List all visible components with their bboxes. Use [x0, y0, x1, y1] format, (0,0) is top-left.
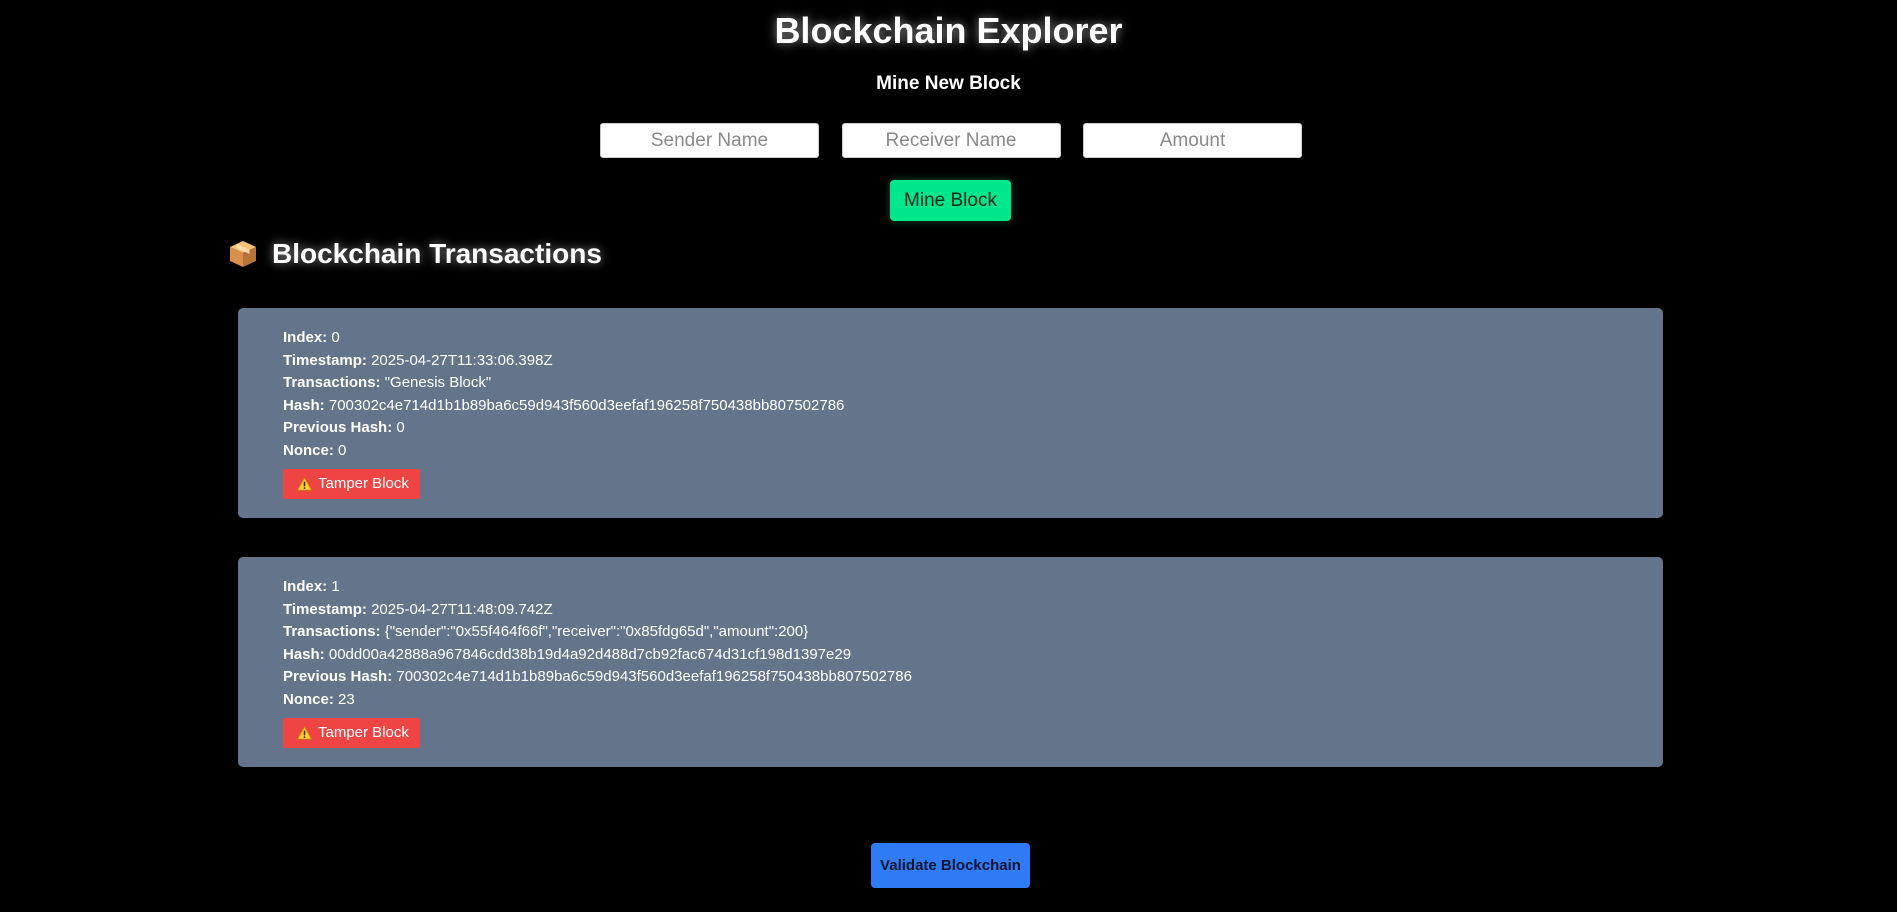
block-timestamp-row: Timestamp: 2025-04-27T11:48:09.742Z: [283, 599, 1663, 622]
section-heading-text: Blockchain Transactions: [272, 238, 602, 269]
index-value: 0: [331, 329, 340, 346]
nonce-value: 23: [338, 690, 355, 708]
mine-section-title: Mine New Block: [876, 73, 1021, 94]
amount-input[interactable]: [1083, 123, 1302, 158]
transactions-value: {"sender":"0x55f464f66f","receiver":"0x8…: [384, 623, 809, 641]
package-icon: [230, 241, 256, 267]
nonce-label: Nonce:: [283, 441, 334, 459]
block-previous-hash-row: Previous Hash: 700302c4e714d1b1b89ba6c59…: [283, 666, 1663, 689]
page-title: Blockchain Explorer: [774, 10, 1123, 51]
previous-hash-value: 700302c4e714d1b1b89ba6c59d943f560d3eefaf…: [396, 668, 912, 686]
timestamp-label: Timestamp:: [283, 351, 367, 369]
previous-hash-label: Previous Hash:: [283, 419, 393, 437]
hash-value: 700302c4e714d1b1b89ba6c59d943f560d3eefaf…: [328, 396, 845, 414]
block-card: Index: 0 Timestamp: 2025-04-27T11:33:06.…: [238, 308, 1663, 518]
validate-blockchain-button[interactable]: Validate Blockchain: [871, 843, 1030, 888]
block-nonce-row: Nonce: 0: [283, 440, 1663, 463]
block-transactions-row: Transactions: {"sender":"0x55f464f66f","…: [283, 621, 1663, 644]
blockchain-transactions-heading: Blockchain Transactions: [228, 234, 602, 274]
previous-hash-value: 0: [396, 419, 405, 437]
transactions-label: Transactions:: [283, 623, 381, 641]
block-index-row: Index: 1: [283, 576, 1663, 599]
block-card: Index: 1 Timestamp: 2025-04-27T11:48:09.…: [238, 557, 1663, 767]
hash-label: Hash:: [283, 645, 325, 663]
block-timestamp-row: Timestamp: 2025-04-27T11:33:06.398Z: [283, 350, 1663, 373]
page: Blockchain Explorer Mine New Block Mine …: [0, 0, 1897, 912]
tamper-block-button[interactable]: Tamper Block: [283, 717, 420, 748]
block-index-row: Index: 0: [283, 327, 1663, 350]
block-hash-row: Hash: 700302c4e714d1b1b89ba6c59d943f560d…: [283, 395, 1663, 418]
timestamp-label: Timestamp:: [283, 600, 367, 618]
index-label: Index:: [283, 329, 328, 346]
block-previous-hash-row: Previous Hash: 0: [283, 417, 1663, 440]
block-nonce-row: Nonce: 23: [283, 689, 1663, 712]
timestamp-value: 2025-04-27T11:33:06.398Z: [371, 351, 553, 369]
warning-icon: [297, 725, 312, 740]
warning-icon: [297, 476, 312, 491]
nonce-value: 0: [338, 441, 347, 459]
transactions-label: Transactions:: [283, 374, 381, 392]
receiver-name-input[interactable]: [841, 123, 1061, 158]
nonce-label: Nonce:: [283, 690, 334, 708]
tamper-block-label: Tamper Block: [318, 475, 409, 493]
transaction-form: [600, 123, 1302, 158]
transactions-value: "Genesis Block": [384, 374, 492, 392]
mine-block-button[interactable]: Mine Block: [890, 180, 1011, 221]
block-transactions-row: Transactions: "Genesis Block": [283, 372, 1663, 395]
index-value: 1: [331, 578, 340, 595]
previous-hash-label: Previous Hash:: [283, 668, 393, 686]
block-hash-row: Hash: 00dd00a42888a967846cdd38b19d4a92d4…: [283, 644, 1663, 667]
index-label: Index:: [283, 578, 328, 595]
tamper-block-button[interactable]: Tamper Block: [283, 468, 420, 499]
sender-name-input[interactable]: [600, 123, 819, 158]
timestamp-value: 2025-04-27T11:48:09.742Z: [371, 600, 553, 618]
hash-value: 00dd00a42888a967846cdd38b19d4a92d488d7cb…: [328, 645, 852, 663]
hash-label: Hash:: [283, 396, 325, 414]
tamper-block-label: Tamper Block: [318, 724, 409, 742]
